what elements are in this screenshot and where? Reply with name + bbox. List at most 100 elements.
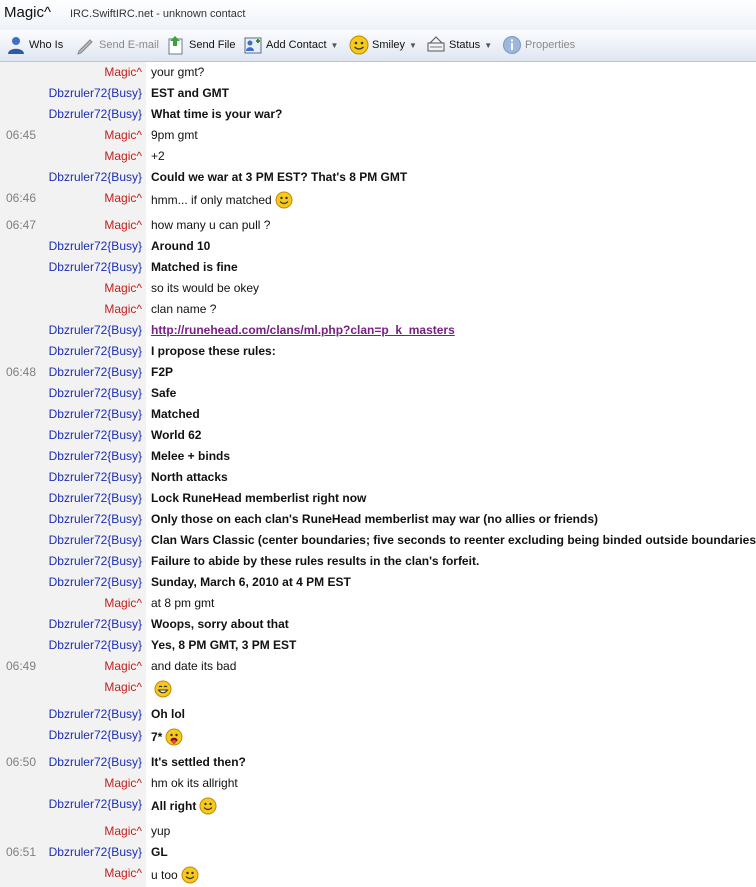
message-text: Yes, 8 PM GMT, 3 PM EST	[151, 638, 296, 652]
message-text: yup	[151, 824, 170, 838]
message-text: at 8 pm gmt	[151, 596, 214, 610]
message-nick[interactable]: Magic^	[104, 128, 142, 142]
chevron-down-icon: ▼	[330, 40, 339, 50]
message-body: North attacks	[151, 470, 228, 484]
message-body: It's settled then?	[151, 755, 246, 769]
message-body: clan name ?	[151, 302, 217, 316]
message-nick[interactable]: Magic^	[104, 149, 142, 163]
message-nick[interactable]: Magic^	[104, 65, 142, 79]
message-body: Matched is fine	[151, 260, 238, 274]
message-nick[interactable]: Dbzruler72{Busy}	[49, 512, 142, 526]
message-nick[interactable]: Dbzruler72{Busy}	[49, 260, 142, 274]
message-text: North attacks	[151, 470, 228, 484]
message-text: 9pm gmt	[151, 128, 198, 142]
contact-name: Magic^	[4, 4, 52, 21]
message-nick[interactable]: Dbzruler72{Busy}	[49, 365, 142, 379]
who-is-button[interactable]: Who Is	[6, 34, 63, 56]
message-text: All right	[151, 797, 217, 815]
message-nick[interactable]: Magic^	[104, 776, 142, 790]
message-nick[interactable]: Magic^	[104, 281, 142, 295]
send-email-button[interactable]: Send E-mail	[76, 34, 159, 56]
message-nick[interactable]: Dbzruler72{Busy}	[49, 323, 142, 337]
chat-log[interactable]: Magic^ your gmt? Dbzruler72{Busy} EST and G…	[0, 62, 756, 887]
message-body: Matched	[151, 407, 200, 421]
message-nick[interactable]: Magic^	[104, 596, 142, 610]
message-text: Could we war at 3 PM EST? That's 8 PM GM…	[151, 170, 407, 184]
message-nick[interactable]: Magic^	[104, 302, 142, 316]
message-body: I propose these rules:	[151, 344, 276, 358]
message-text: It's settled then?	[151, 755, 246, 769]
message-nick[interactable]: Dbzruler72{Busy}	[49, 728, 142, 742]
properties-button[interactable]: Properties	[502, 34, 575, 56]
message-text: Around 10	[151, 239, 210, 253]
message-timestamp: 06:51	[6, 845, 37, 859]
message-nick[interactable]: Dbzruler72{Busy}	[49, 386, 142, 400]
message-text: Only those on each clan's RuneHead membe…	[151, 512, 598, 526]
message-timestamp: 06:48	[6, 365, 37, 379]
status-button[interactable]: Status ▼	[426, 34, 492, 56]
message-nick[interactable]: Magic^	[104, 659, 142, 673]
message-body: at 8 pm gmt	[151, 596, 215, 610]
message-nick[interactable]: Magic^	[104, 191, 142, 205]
message-body: hmm... if only matched	[151, 193, 272, 207]
message-body: +2	[151, 149, 165, 163]
smile-emoticon-icon	[181, 866, 199, 884]
message-body: u too	[151, 868, 178, 882]
message-text: Safe	[151, 386, 176, 400]
message-nick[interactable]: Dbzruler72{Busy}	[49, 407, 142, 421]
message-nick[interactable]: Dbzruler72{Busy}	[49, 575, 142, 589]
message-text: your gmt?	[151, 65, 204, 79]
properties-label: Properties	[525, 39, 576, 51]
contact-server: IRC.SwiftIRC.net - unknown contact	[70, 8, 246, 20]
message-nick[interactable]: Dbzruler72{Busy}	[49, 491, 142, 505]
message-nick[interactable]: Dbzruler72{Busy}	[49, 755, 142, 769]
message-text: Clan Wars Classic (center boundaries; fi…	[151, 533, 756, 547]
message-nick[interactable]: Dbzruler72{Busy}	[49, 617, 142, 631]
message-text: Sunday, March 6, 2010 at 4 PM EST	[151, 575, 351, 589]
send-file-label: Send File	[189, 39, 236, 51]
message-nick[interactable]: Dbzruler72{Busy}	[49, 797, 142, 811]
message-nick[interactable]: Magic^	[104, 680, 142, 694]
message-text: Woops, sorry about that	[151, 617, 289, 631]
message-text: http://runehead.com/clans/ml.php?clan=p_…	[151, 323, 455, 337]
message-nick[interactable]: Dbzruler72{Busy}	[49, 554, 142, 568]
message-nick[interactable]: Dbzruler72{Busy}	[49, 449, 142, 463]
message-body: Melee + binds	[151, 449, 231, 463]
message-link[interactable]: http://runehead.com/clans/ml.php?clan=p_…	[151, 323, 455, 337]
pen-icon	[77, 39, 93, 55]
smiley-button[interactable]: Smiley ▼	[349, 34, 417, 56]
message-body: 7*	[151, 730, 163, 744]
add-contact-button[interactable]: Add Contact ▼	[243, 34, 338, 56]
message-text: and date its bad	[151, 659, 236, 673]
message-body: and date its bad	[151, 659, 237, 673]
message-body: yup	[151, 824, 171, 838]
message-nick[interactable]: Dbzruler72{Busy}	[49, 86, 142, 100]
message-nick[interactable]: Dbzruler72{Busy}	[49, 170, 142, 184]
message-nick[interactable]: Dbzruler72{Busy}	[49, 707, 142, 721]
message-text: I propose these rules:	[151, 344, 276, 358]
message-nick[interactable]: Magic^	[104, 824, 142, 838]
message-nick[interactable]: Dbzruler72{Busy}	[49, 638, 142, 652]
message-nick[interactable]: Dbzruler72{Busy}	[49, 845, 142, 859]
message-text: GL	[151, 845, 168, 859]
status-label: Status	[449, 39, 481, 51]
message-nick[interactable]: Magic^	[104, 218, 142, 232]
message-body: Failure to abide by these rules results …	[151, 554, 480, 568]
message-nick[interactable]: Dbzruler72{Busy}	[49, 344, 142, 358]
message-nick[interactable]: Magic^	[104, 866, 142, 880]
send-file-button[interactable]: Send File	[166, 34, 235, 56]
message-timestamp: 06:45	[6, 128, 37, 142]
message-body: Safe	[151, 386, 177, 400]
message-nick[interactable]: Dbzruler72{Busy}	[49, 428, 142, 442]
message-nick[interactable]: Dbzruler72{Busy}	[49, 533, 142, 547]
message-text: World 62	[151, 428, 201, 442]
message-timestamp: 06:46	[6, 191, 37, 205]
message-text: clan name ?	[151, 302, 216, 316]
message-nick[interactable]: Dbzruler72{Busy}	[49, 239, 142, 253]
message-body: Lock RuneHead memberlist right now	[151, 491, 367, 505]
message-text: so its would be okey	[151, 281, 259, 295]
message-text: how many u can pull ?	[151, 218, 270, 232]
message-nick[interactable]: Dbzruler72{Busy}	[49, 470, 142, 484]
message-nick[interactable]: Dbzruler72{Busy}	[49, 107, 142, 121]
message-body: how many u can pull ?	[151, 218, 271, 232]
